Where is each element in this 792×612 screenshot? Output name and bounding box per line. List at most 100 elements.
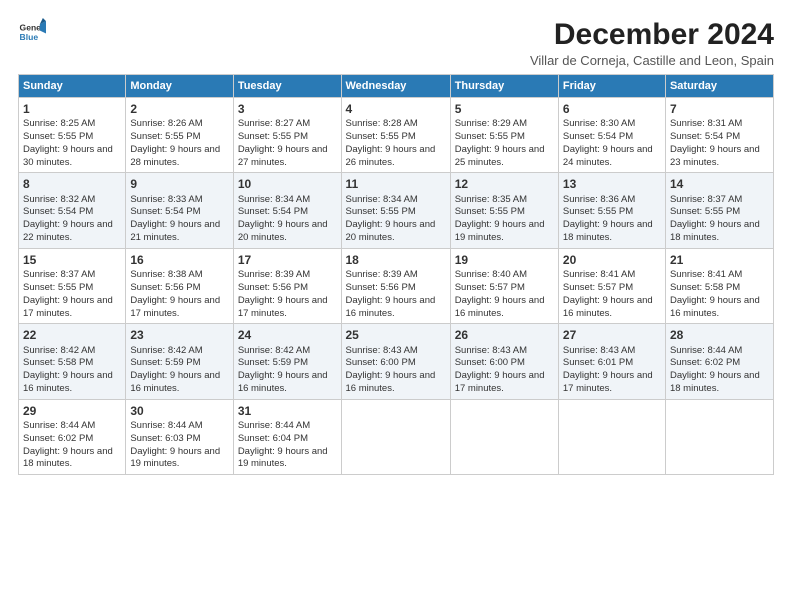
calendar-cell: 28 Sunrise: 8:44 AMSunset: 6:02 PMDayligh… <box>665 324 773 399</box>
calendar-cell: 17Sunrise: 8:39 AMSunset: 5:56 PMDayligh… <box>233 248 341 323</box>
calendar-cell: 14 Sunrise: 8:37 AMSunset: 5:55 PMDayligh… <box>665 173 773 248</box>
day-number: 11 <box>346 176 446 192</box>
day-number: 6 <box>563 101 661 117</box>
cell-details: Sunrise: 8:31 AMSunset: 5:54 PMDaylight:… <box>670 118 769 169</box>
day-number: 12 <box>455 176 554 192</box>
calendar-cell: 23 Sunrise: 8:42 AMSunset: 5:59 PMDayligh… <box>126 324 233 399</box>
cell-details: Sunrise: 8:25 AMSunset: 5:55 PMDaylight:… <box>23 118 121 169</box>
day-number: 8 <box>23 176 121 192</box>
cell-details: Sunrise: 8:43 AMSunset: 6:01 PMDaylight:… <box>563 345 661 396</box>
day-number: 26 <box>455 327 554 343</box>
day-number: 25 <box>346 327 446 343</box>
cell-details: Sunrise: 8:36 AMSunset: 5:55 PMDaylight:… <box>563 194 661 245</box>
day-number: 28 <box>670 327 769 343</box>
subtitle: Villar de Corneja, Castille and Leon, Sp… <box>530 53 774 68</box>
day-number: 19 <box>455 252 554 268</box>
cell-details: Sunrise: 8:43 AMSunset: 6:00 PMDaylight:… <box>455 345 554 396</box>
cell-details: Sunrise: 8:41 AMSunset: 5:57 PMDaylight:… <box>563 269 661 320</box>
day-number: 7 <box>670 101 769 117</box>
week-row-4: 22 Sunrise: 8:42 AMSunset: 5:58 PMDayligh… <box>19 324 774 399</box>
calendar-cell: 18Sunrise: 8:39 AMSunset: 5:56 PMDayligh… <box>341 248 450 323</box>
main-title: December 2024 <box>530 18 774 51</box>
col-header-wednesday: Wednesday <box>341 75 450 98</box>
cell-details: Sunrise: 8:41 AMSunset: 5:58 PMDaylight:… <box>670 269 769 320</box>
day-number: 3 <box>238 101 337 117</box>
calendar-cell: 27Sunrise: 8:43 AMSunset: 6:01 PMDayligh… <box>558 324 665 399</box>
cell-details: Sunrise: 8:42 AMSunset: 5:58 PMDaylight:… <box>23 345 121 396</box>
calendar-cell: 12Sunrise: 8:35 AMSunset: 5:55 PMDayligh… <box>450 173 558 248</box>
cell-details: Sunrise: 8:37 AMSunset: 5:55 PMDaylight:… <box>23 269 121 320</box>
calendar-cell: 21Sunrise: 8:41 AMSunset: 5:58 PMDayligh… <box>665 248 773 323</box>
cell-details: Sunrise: 8:44 AMSunset: 6:02 PMDaylight:… <box>670 345 769 396</box>
cell-details: Sunrise: 8:29 AMSunset: 5:55 PMDaylight:… <box>455 118 554 169</box>
col-header-thursday: Thursday <box>450 75 558 98</box>
title-block: December 2024 Villar de Corneja, Castill… <box>530 18 774 68</box>
calendar-cell: 6Sunrise: 8:30 AMSunset: 5:54 PMDaylight… <box>558 98 665 173</box>
day-number: 5 <box>455 101 554 117</box>
day-number: 15 <box>23 252 121 268</box>
calendar-header-row: SundayMondayTuesdayWednesdayThursdayFrid… <box>19 75 774 98</box>
day-number: 17 <box>238 252 337 268</box>
day-number: 23 <box>130 327 228 343</box>
cell-details: Sunrise: 8:43 AMSunset: 6:00 PMDaylight:… <box>346 345 446 396</box>
cell-details: Sunrise: 8:33 AMSunset: 5:54 PMDaylight:… <box>130 194 228 245</box>
calendar-cell <box>665 399 773 474</box>
calendar-body: 1Sunrise: 8:25 AMSunset: 5:55 PMDaylight… <box>19 98 774 475</box>
cell-details: Sunrise: 8:44 AMSunset: 6:04 PMDaylight:… <box>238 420 337 471</box>
calendar-cell: 3Sunrise: 8:27 AMSunset: 5:55 PMDaylight… <box>233 98 341 173</box>
cell-details: Sunrise: 8:28 AMSunset: 5:55 PMDaylight:… <box>346 118 446 169</box>
calendar-cell: 7Sunrise: 8:31 AMSunset: 5:54 PMDaylight… <box>665 98 773 173</box>
day-number: 30 <box>130 403 228 419</box>
calendar-cell: 4Sunrise: 8:28 AMSunset: 5:55 PMDaylight… <box>341 98 450 173</box>
week-row-1: 1Sunrise: 8:25 AMSunset: 5:55 PMDaylight… <box>19 98 774 173</box>
day-number: 18 <box>346 252 446 268</box>
calendar-cell: 11 Sunrise: 8:34 AMSunset: 5:55 PMDayligh… <box>341 173 450 248</box>
day-number: 21 <box>670 252 769 268</box>
calendar-cell: 25 Sunrise: 8:43 AMSunset: 6:00 PMDayligh… <box>341 324 450 399</box>
cell-details: Sunrise: 8:39 AMSunset: 5:56 PMDaylight:… <box>346 269 446 320</box>
calendar-cell: 13 Sunrise: 8:36 AMSunset: 5:55 PMDayligh… <box>558 173 665 248</box>
cell-details: Sunrise: 8:40 AMSunset: 5:57 PMDaylight:… <box>455 269 554 320</box>
col-header-saturday: Saturday <box>665 75 773 98</box>
calendar-cell <box>558 399 665 474</box>
col-header-friday: Friday <box>558 75 665 98</box>
logo-icon: General Blue <box>18 18 46 46</box>
cell-details: Sunrise: 8:44 AMSunset: 6:03 PMDaylight:… <box>130 420 228 471</box>
day-number: 24 <box>238 327 337 343</box>
day-number: 14 <box>670 176 769 192</box>
day-number: 13 <box>563 176 661 192</box>
calendar-cell: 22 Sunrise: 8:42 AMSunset: 5:58 PMDayligh… <box>19 324 126 399</box>
svg-text:Blue: Blue <box>20 32 39 42</box>
col-header-sunday: Sunday <box>19 75 126 98</box>
day-number: 9 <box>130 176 228 192</box>
day-number: 22 <box>23 327 121 343</box>
day-number: 20 <box>563 252 661 268</box>
week-row-3: 15Sunrise: 8:37 AMSunset: 5:55 PMDayligh… <box>19 248 774 323</box>
day-number: 1 <box>23 101 121 117</box>
cell-details: Sunrise: 8:42 AMSunset: 5:59 PMDaylight:… <box>130 345 228 396</box>
calendar-cell <box>341 399 450 474</box>
calendar-cell: 20Sunrise: 8:41 AMSunset: 5:57 PMDayligh… <box>558 248 665 323</box>
cell-details: Sunrise: 8:39 AMSunset: 5:56 PMDaylight:… <box>238 269 337 320</box>
cell-details: Sunrise: 8:37 AMSunset: 5:55 PMDaylight:… <box>670 194 769 245</box>
calendar-cell: 2Sunrise: 8:26 AMSunset: 5:55 PMDaylight… <box>126 98 233 173</box>
week-row-5: 29Sunrise: 8:44 AMSunset: 6:02 PMDayligh… <box>19 399 774 474</box>
cell-details: Sunrise: 8:27 AMSunset: 5:55 PMDaylight:… <box>238 118 337 169</box>
logo: General Blue <box>18 18 46 46</box>
calendar-cell: 26 Sunrise: 8:43 AMSunset: 6:00 PMDayligh… <box>450 324 558 399</box>
calendar-cell: 29Sunrise: 8:44 AMSunset: 6:02 PMDayligh… <box>19 399 126 474</box>
cell-details: Sunrise: 8:32 AMSunset: 5:54 PMDaylight:… <box>23 194 121 245</box>
calendar-cell: 16Sunrise: 8:38 AMSunset: 5:56 PMDayligh… <box>126 248 233 323</box>
calendar-cell: 30Sunrise: 8:44 AMSunset: 6:03 PMDayligh… <box>126 399 233 474</box>
calendar-cell: 15Sunrise: 8:37 AMSunset: 5:55 PMDayligh… <box>19 248 126 323</box>
day-number: 29 <box>23 403 121 419</box>
day-number: 10 <box>238 176 337 192</box>
week-row-2: 8 Sunrise: 8:32 AMSunset: 5:54 PMDaylight… <box>19 173 774 248</box>
day-number: 4 <box>346 101 446 117</box>
header: General Blue December 2024 Villar de Cor… <box>18 18 774 68</box>
cell-details: Sunrise: 8:34 AMSunset: 5:54 PMDaylight:… <box>238 194 337 245</box>
cell-details: Sunrise: 8:34 AMSunset: 5:55 PMDaylight:… <box>346 194 446 245</box>
col-header-monday: Monday <box>126 75 233 98</box>
col-header-tuesday: Tuesday <box>233 75 341 98</box>
calendar-cell: 8 Sunrise: 8:32 AMSunset: 5:54 PMDaylight… <box>19 173 126 248</box>
